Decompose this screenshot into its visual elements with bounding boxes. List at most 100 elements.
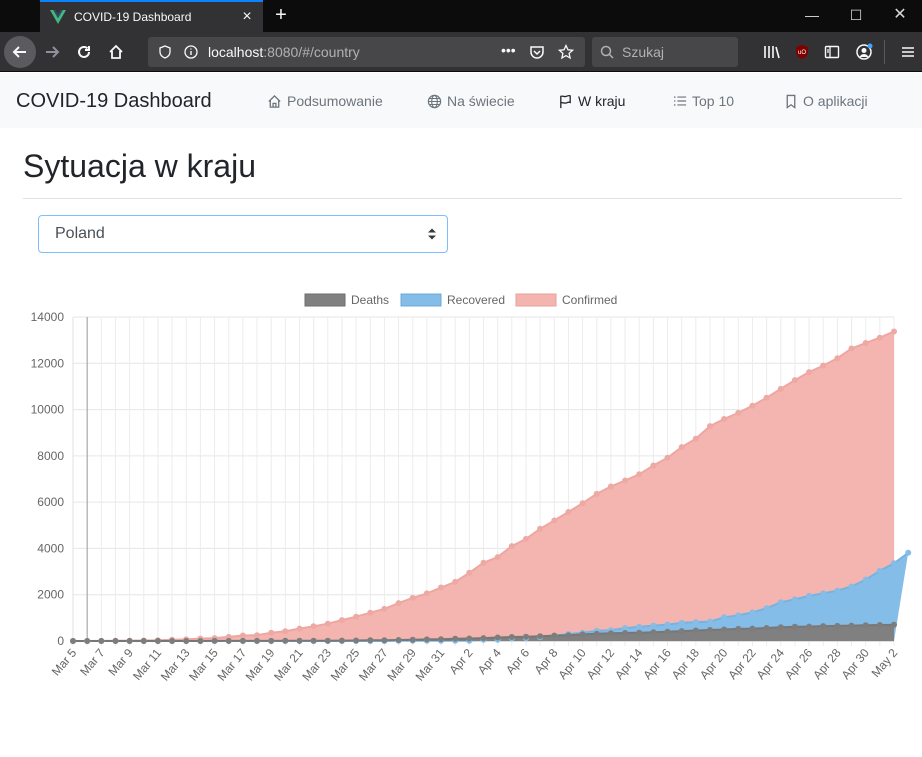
- deaths-point: [183, 638, 190, 644]
- x-tick-label: Mar 27: [356, 646, 391, 684]
- confirmed-point: [324, 620, 331, 627]
- deaths-point: [820, 623, 827, 630]
- y-tick-label: 14000: [31, 310, 65, 324]
- deaths-point: [494, 634, 501, 641]
- pocket-icon[interactable]: [529, 44, 545, 60]
- nav-item-w-kraju[interactable]: W kraju: [558, 93, 625, 109]
- confirmed-point: [707, 423, 713, 430]
- confirmed-point: [423, 590, 430, 597]
- sidebar-button[interactable]: [818, 38, 846, 66]
- shield-icon[interactable]: [158, 45, 172, 59]
- deaths-point: [353, 637, 360, 644]
- confirmed-point: [239, 632, 246, 639]
- deaths-point: [211, 637, 218, 644]
- bookmark-star-icon[interactable]: [558, 44, 574, 60]
- y-tick-label: 6000: [37, 495, 64, 509]
- svg-text:uO: uO: [798, 50, 806, 56]
- nav-item-o-aplikacji[interactable]: O aplikacji: [784, 93, 868, 109]
- recovered-point: [905, 549, 912, 556]
- deaths-point: [763, 625, 770, 631]
- confirmed-point: [848, 345, 855, 352]
- nav-label: W kraju: [578, 93, 626, 109]
- deaths-point: [848, 622, 855, 629]
- search-placeholder: Szukaj: [622, 44, 665, 60]
- home-icon: [109, 44, 123, 59]
- maximize-icon[interactable]: ☐: [834, 0, 878, 32]
- x-tick-label: Mar 13: [158, 646, 193, 684]
- country-select[interactable]: Poland: [38, 215, 448, 253]
- account-button[interactable]: [850, 38, 878, 66]
- deaths-point: [692, 627, 699, 634]
- nav-item-na-swiecie[interactable]: Na świecie: [427, 93, 515, 109]
- x-tick-label: Mar 31: [413, 646, 448, 684]
- confirmed-point: [466, 569, 473, 576]
- deaths-point: [310, 637, 317, 644]
- minimize-icon[interactable]: —: [790, 0, 834, 32]
- vue-logo-icon: [50, 10, 66, 24]
- confirmed-point: [523, 535, 529, 542]
- y-tick-label: 10000: [31, 403, 65, 417]
- search-bar[interactable]: Szukaj: [592, 37, 738, 67]
- deaths-point: [607, 630, 614, 637]
- brand[interactable]: COVID-19 Dashboard: [16, 90, 212, 113]
- close-tab-icon[interactable]: ×: [237, 8, 257, 26]
- confirmed-point: [678, 444, 685, 451]
- x-tick-label: May 2: [869, 646, 901, 680]
- menu-button[interactable]: [894, 38, 922, 66]
- browser-tab[interactable]: COVID-19 Dashboard ×: [40, 0, 263, 32]
- forward-button[interactable]: [38, 38, 66, 66]
- info-icon[interactable]: [184, 45, 198, 59]
- confirmed-point: [749, 402, 756, 409]
- confirmed-point: [353, 613, 360, 620]
- confirmed-point: [310, 623, 317, 630]
- window-close-icon[interactable]: ✕: [878, 0, 922, 32]
- confirmed-point: [820, 362, 827, 369]
- deaths-point: [891, 621, 897, 628]
- recovered-point: [862, 576, 869, 583]
- confirmed-point: [367, 609, 374, 616]
- recovered-point: [848, 583, 855, 590]
- x-tick-label: Apr 4: [475, 646, 504, 677]
- home-button[interactable]: [102, 38, 130, 66]
- url-path: :8080/#/country: [263, 44, 360, 60]
- url-host: localhost: [208, 44, 264, 60]
- library-button[interactable]: [758, 38, 786, 66]
- confirmed-point: [593, 490, 600, 497]
- browser-tab-strip: COVID-19 Dashboard × + — ☐ ✕: [0, 0, 922, 32]
- deaths-point: [70, 638, 76, 644]
- recovered-point: [791, 596, 798, 603]
- deaths-point: [834, 622, 841, 629]
- deaths-point: [579, 631, 586, 638]
- confirmed-point: [721, 416, 728, 422]
- recovered-point: [820, 590, 827, 597]
- deaths-point: [438, 636, 444, 643]
- y-tick-label: 2000: [37, 588, 64, 602]
- country-select-value: Poland: [55, 225, 105, 242]
- confirmed-point: [565, 509, 572, 515]
- confirmed-point: [438, 584, 444, 591]
- reload-button[interactable]: [70, 38, 98, 66]
- page-actions-icon[interactable]: •••: [501, 42, 516, 58]
- x-tick-label: Mar 5: [49, 646, 80, 679]
- deaths-point: [296, 637, 303, 644]
- confirmed-point: [876, 334, 883, 341]
- nav-item-top-10[interactable]: Top 10: [673, 93, 734, 109]
- back-arrow-icon: [12, 46, 26, 58]
- confirmed-point: [395, 600, 402, 607]
- confirmed-point: [480, 559, 487, 566]
- x-tick-label: Mar 25: [328, 646, 363, 684]
- x-tick-label: Mar 21: [271, 646, 306, 684]
- new-tab-icon[interactable]: +: [270, 3, 292, 27]
- nav-item-podsumowanie[interactable]: Podsumowanie: [267, 93, 383, 109]
- search-icon: [600, 45, 614, 59]
- url-bar[interactable]: localhost:8080/#/country •••: [148, 37, 585, 67]
- recovered-point: [834, 587, 841, 594]
- back-button[interactable]: [4, 36, 36, 68]
- x-tick-label: Apr 24: [754, 646, 788, 682]
- deaths-point: [806, 623, 813, 630]
- confirmed-point: [834, 355, 841, 362]
- ublock-button[interactable]: uO: [788, 38, 816, 66]
- divider: [23, 198, 902, 199]
- recovered-point: [777, 599, 784, 606]
- nav-label: Podsumowanie: [287, 93, 383, 109]
